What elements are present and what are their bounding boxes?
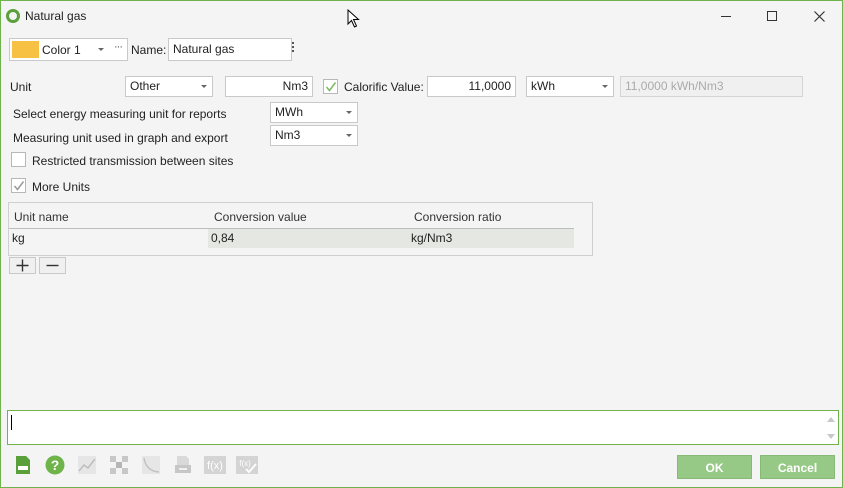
text-caret bbox=[11, 415, 12, 430]
more-units-label: More Units bbox=[32, 180, 91, 194]
calorific-label: Calorific Value: bbox=[344, 80, 424, 94]
graph-unit-select[interactable]: Nm3 bbox=[270, 125, 358, 146]
units-table: Unit name Conversion value Conversion ra… bbox=[8, 202, 593, 256]
scroll-up-icon[interactable] bbox=[827, 417, 835, 422]
calorific-checkbox[interactable] bbox=[323, 79, 338, 94]
chevron-down-icon bbox=[98, 48, 104, 51]
chart-icon bbox=[78, 456, 96, 474]
restricted-transmission-checkbox[interactable] bbox=[11, 152, 26, 167]
print-icon bbox=[175, 456, 191, 473]
curve-icon bbox=[142, 456, 160, 474]
grid-icon bbox=[110, 456, 128, 474]
calorific-unit-value: kWh bbox=[531, 79, 555, 93]
ok-button[interactable]: OK bbox=[677, 455, 752, 479]
calorific-value-input[interactable]: 11,0000 bbox=[427, 76, 516, 97]
unit-value-input[interactable]: Nm3 bbox=[225, 76, 313, 97]
checkmark-icon bbox=[13, 181, 25, 191]
column-header-conversion-ratio[interactable]: Conversion ratio bbox=[414, 210, 501, 224]
name-label: Name: bbox=[131, 43, 167, 57]
energy-unit-select[interactable]: MWh bbox=[270, 102, 358, 123]
mouse-cursor-icon bbox=[347, 9, 360, 28]
unit-label: Unit bbox=[10, 80, 32, 94]
print-button[interactable] bbox=[172, 454, 194, 476]
cell-conversion-ratio[interactable]: kg/Nm3 bbox=[408, 229, 574, 248]
unit-select-value: Other bbox=[130, 79, 161, 93]
window-title: Natural gas bbox=[25, 9, 87, 23]
restricted-transmission-label: Restricted transmission between sites bbox=[32, 154, 234, 168]
energy-unit-label: Select energy measuring unit for reports bbox=[13, 107, 227, 121]
name-more-icon[interactable] bbox=[292, 42, 295, 54]
plus-icon bbox=[16, 259, 29, 272]
svg-text:f(x): f(x) bbox=[239, 459, 251, 468]
graph-unit-value: Nm3 bbox=[275, 128, 301, 142]
svg-text:?: ? bbox=[51, 457, 60, 473]
formula-icon: f(x) bbox=[204, 456, 226, 474]
formula-check-button[interactable]: f(x) bbox=[236, 454, 258, 476]
close-icon bbox=[813, 10, 825, 22]
comment-textarea[interactable] bbox=[7, 410, 839, 445]
chevron-down-icon bbox=[346, 134, 352, 137]
chevron-down-icon bbox=[201, 85, 207, 88]
cell-conversion-value[interactable]: 0,84 bbox=[208, 229, 408, 248]
close-button[interactable] bbox=[796, 1, 842, 31]
help-button[interactable]: ? bbox=[44, 454, 66, 476]
checkmark-icon bbox=[325, 82, 337, 92]
minimize-icon bbox=[721, 15, 731, 17]
minus-icon bbox=[46, 264, 59, 267]
column-header-unit-name[interactable]: Unit name bbox=[14, 210, 69, 224]
app-icon bbox=[6, 9, 20, 23]
color-selector[interactable]: Color 1 ··· bbox=[9, 38, 128, 61]
maximize-button[interactable] bbox=[749, 1, 795, 31]
name-input[interactable]: Natural gas bbox=[168, 38, 292, 61]
help-icon: ? bbox=[45, 455, 65, 475]
grid-button[interactable] bbox=[108, 454, 130, 476]
minimize-button[interactable] bbox=[703, 1, 749, 31]
chart-button[interactable] bbox=[76, 454, 98, 476]
color-label: Color 1 bbox=[42, 43, 81, 57]
curve-button[interactable] bbox=[140, 454, 162, 476]
svg-text:f(x): f(x) bbox=[207, 460, 223, 472]
chevron-down-icon bbox=[602, 85, 608, 88]
more-units-checkbox[interactable] bbox=[11, 178, 26, 193]
unit-select[interactable]: Other bbox=[125, 76, 213, 97]
document-icon bbox=[16, 456, 30, 474]
title-bar: Natural gas bbox=[1, 1, 842, 31]
calorific-unit-select[interactable]: kWh bbox=[526, 76, 614, 97]
table-row[interactable]: kg 0,84 kg/Nm3 bbox=[9, 229, 574, 248]
document-button[interactable] bbox=[12, 454, 34, 476]
formula-check-icon: f(x) bbox=[236, 456, 258, 474]
graph-unit-label: Measuring unit used in graph and export bbox=[13, 131, 228, 145]
add-unit-button[interactable] bbox=[9, 257, 36, 274]
calorific-result-field: 11,0000 kWh/Nm3 bbox=[620, 76, 803, 97]
column-header-conversion-value[interactable]: Conversion value bbox=[214, 210, 307, 224]
energy-unit-value: MWh bbox=[275, 105, 303, 119]
remove-unit-button[interactable] bbox=[39, 257, 66, 274]
natural-gas-dialog: Natural gas Color 1 ··· Name: Natural ga… bbox=[0, 0, 843, 488]
color-swatch bbox=[12, 41, 39, 58]
formula-button[interactable]: f(x) bbox=[204, 454, 226, 476]
cell-unit-name[interactable]: kg bbox=[9, 229, 208, 248]
cancel-button[interactable]: Cancel bbox=[760, 455, 835, 479]
maximize-icon bbox=[767, 11, 777, 21]
chevron-down-icon bbox=[346, 111, 352, 114]
color-more-button[interactable]: ··· bbox=[114, 41, 123, 53]
scroll-down-icon[interactable] bbox=[827, 434, 835, 439]
